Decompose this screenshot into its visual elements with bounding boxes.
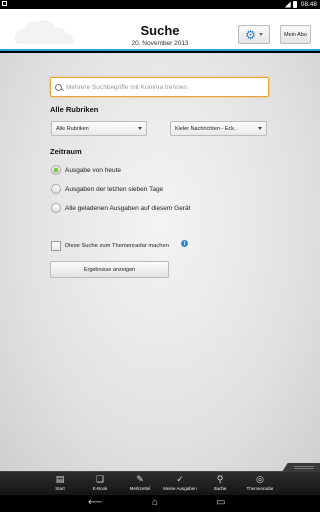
radio-button[interactable] xyxy=(51,165,61,175)
themenradar-label: Diese Suche zum Themenradar machen xyxy=(65,243,169,249)
themenradar-option[interactable]: Diese Suche zum Themenradar machen xyxy=(51,240,169,252)
show-results-button[interactable]: Ergebnisse anzeigen xyxy=(50,261,169,278)
app-header: Suche 20. November 2013 ⚙ Mein Abo xyxy=(0,9,320,51)
rubrik-select-value: Alle Rubriken xyxy=(56,125,89,132)
search-icon: ⚲ xyxy=(216,473,224,484)
tab-merkzettel[interactable]: ✎ Merkzettel xyxy=(120,473,160,495)
radio-label: Ausgabe von heute xyxy=(65,166,122,174)
my-subscription-button[interactable]: Mein Abo xyxy=(280,25,311,44)
tab-label: Meine Ausgaben xyxy=(163,486,197,491)
home-icon[interactable]: ⌂ xyxy=(152,498,158,508)
drawer-handle[interactable] xyxy=(282,463,320,472)
tab-ebook[interactable]: ❏ E-Book xyxy=(80,473,120,495)
tab-start[interactable]: ▤ Start xyxy=(40,473,80,495)
zeitraum-heading: Zeitraum xyxy=(50,147,82,156)
checkmark-icon: ✓ xyxy=(176,473,184,484)
clock: 08:48 xyxy=(300,1,317,8)
radio-last-seven-days[interactable]: Ausgaben der letzten sieben Tage xyxy=(51,183,163,195)
chevron-down-icon xyxy=(258,127,262,130)
search-form: Alle Rubriken Alle Rubriken Kieler Nachr… xyxy=(0,53,320,471)
tab-label: Themenradar xyxy=(246,486,274,491)
tab-suche[interactable]: ⚲ Suche xyxy=(200,473,240,495)
radio-label: Alle geladenen Ausgaben auf diesem Gerät xyxy=(65,204,191,212)
chevron-down-icon xyxy=(258,33,263,36)
status-bar: 08:48 xyxy=(0,0,320,9)
bookmark-list-icon: ✎ xyxy=(136,473,144,484)
back-icon[interactable]: ⟵ xyxy=(88,498,102,508)
edition-select[interactable]: Kieler Nachrichten - Eck.. xyxy=(170,121,267,136)
rubriken-heading: Alle Rubriken xyxy=(50,105,99,114)
tab-label: Merkzettel xyxy=(129,486,151,491)
status-indicators: 08:48 xyxy=(284,0,317,9)
gear-icon: ⚙ xyxy=(245,27,256,42)
settings-button[interactable]: ⚙ xyxy=(238,25,270,44)
bottom-tab-bar: ▤ Start ❏ E-Book ✎ Merkzettel ✓ Meine Au… xyxy=(0,463,320,495)
system-nav-bar: ⟵ ⌂ ▭ xyxy=(0,495,320,512)
rubrik-select[interactable]: Alle Rubriken xyxy=(51,121,147,136)
radio-today[interactable]: Ausgabe von heute xyxy=(51,164,121,176)
tab-label: Start xyxy=(55,486,65,491)
themenradar-checkbox[interactable] xyxy=(51,241,61,251)
radio-label: Ausgaben der letzten sieben Tage xyxy=(65,185,164,193)
info-icon[interactable]: i xyxy=(181,240,188,247)
issue-date: 20. November 2013 xyxy=(131,40,189,47)
radio-button[interactable] xyxy=(51,184,61,194)
ebook-icon: ❏ xyxy=(95,473,105,484)
recent-apps-icon[interactable]: ▭ xyxy=(216,498,225,508)
newspaper-icon: ▤ xyxy=(55,473,65,484)
search-input[interactable] xyxy=(66,83,256,91)
tab-meine-ausgaben[interactable]: ✓ Meine Ausgaben xyxy=(160,473,200,495)
tab-label: Suche xyxy=(213,486,227,491)
radio-button[interactable] xyxy=(51,203,61,213)
radar-icon: ◎ xyxy=(256,473,264,484)
chevron-down-icon xyxy=(138,127,142,130)
edition-select-value: Kieler Nachrichten - Eck.. xyxy=(175,125,238,132)
battery-icon xyxy=(292,1,297,8)
signal-icon xyxy=(284,1,291,8)
notification-icon xyxy=(2,1,7,6)
search-icon xyxy=(55,83,62,91)
tab-themenradar[interactable]: ◎ Themenradar xyxy=(240,473,280,495)
page-title: Suche xyxy=(140,23,180,38)
search-field[interactable] xyxy=(50,77,269,97)
tab-label: E-Book xyxy=(92,486,108,491)
radio-all-downloaded[interactable]: Alle geladenen Ausgaben auf diesem Gerät xyxy=(51,202,190,214)
